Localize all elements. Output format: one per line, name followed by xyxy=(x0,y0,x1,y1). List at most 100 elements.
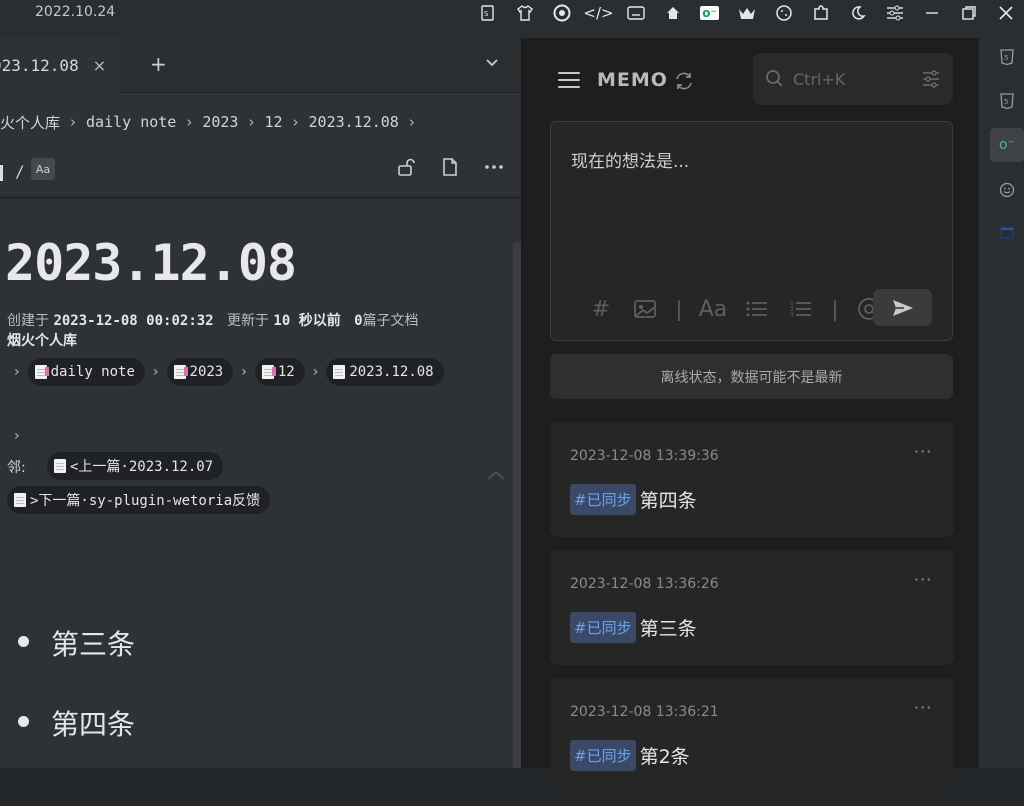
memo-composer: # | Aa 123 | xyxy=(550,121,953,341)
memo-timestamp: 2023-12-08 13:36:21 xyxy=(570,704,719,720)
title-bar: 2022.10.24 S </> o⁻ xyxy=(0,0,1024,26)
house-icon[interactable] xyxy=(654,0,691,26)
memo-text: 第四条 xyxy=(639,490,697,512)
search-box xyxy=(753,53,953,105)
neighbors-label: 邻: xyxy=(7,460,26,476)
add-tab-button[interactable]: + xyxy=(150,52,167,76)
memo-card[interactable]: 2023-12-08 13:39:36 ··· #已同步 第四条 xyxy=(550,422,954,537)
more-icon[interactable]: ··· xyxy=(914,698,932,717)
editor-scrollbar[interactable] xyxy=(513,243,521,768)
path-separator-icon: › xyxy=(14,428,20,444)
html5-icon[interactable]: 5 xyxy=(990,40,1024,74)
memo-content: #已同步 第2条 xyxy=(570,740,690,771)
path-separator-icon: › xyxy=(152,364,159,380)
memo-tag[interactable]: #已同步 xyxy=(570,740,636,771)
memo-content: #已同步 第三条 xyxy=(570,612,697,643)
numbered-list-icon[interactable]: 123 xyxy=(779,300,823,318)
document-icon xyxy=(34,365,49,379)
path-chip-day[interactable]: 2023.12.08 xyxy=(326,358,444,386)
moon-icon[interactable] xyxy=(839,0,876,26)
svg-text:S: S xyxy=(484,10,489,18)
memo-header: MEMO xyxy=(523,38,980,118)
memo-title: MEMO xyxy=(597,69,668,91)
html5-icon[interactable]: 5 xyxy=(990,84,1024,118)
panel-icon[interactable] xyxy=(990,215,1024,249)
scroll-up-icon[interactable] xyxy=(485,468,507,482)
list-item[interactable]: 第三条 xyxy=(18,623,135,703)
send-button[interactable] xyxy=(873,289,932,326)
breadcrumb-separator-icon: › xyxy=(248,113,255,131)
shirt-icon[interactable] xyxy=(506,0,543,26)
memo-dock-icon[interactable]: o⁻ xyxy=(990,128,1024,162)
editor-toolbar: / Aa xyxy=(0,155,521,199)
memo-plugin-icon[interactable]: o⁻ xyxy=(691,0,728,26)
path-chip-daily-note[interactable]: daily note xyxy=(27,358,145,386)
more-icon[interactable]: ··· xyxy=(914,442,932,461)
chevron-down-icon[interactable] xyxy=(484,55,500,71)
memo-tag[interactable]: #已同步 xyxy=(570,484,636,515)
toolbar-divider: | xyxy=(675,297,683,321)
filter-icon[interactable] xyxy=(921,69,941,89)
memo-card[interactable]: 2023-12-08 13:36:21 ··· #已同步 第2条 xyxy=(550,678,954,793)
restore-icon[interactable] xyxy=(950,0,987,26)
memo-timestamp: 2023-12-08 13:39:36 xyxy=(570,448,719,464)
bullet-list-icon[interactable] xyxy=(735,300,779,318)
unlock-icon[interactable] xyxy=(396,157,416,177)
memo-timestamp: 2023-12-08 13:36:26 xyxy=(570,576,719,592)
breadcrumb-month[interactable]: 12 xyxy=(264,113,282,131)
search-icon xyxy=(766,70,783,87)
close-icon[interactable] xyxy=(987,0,1024,26)
prev-document-chip[interactable]: <上一篇·2023.12.07 xyxy=(47,452,224,480)
path-chips: › daily note › 2023 › 12 › 2023.12.08 xyxy=(14,358,444,386)
breadcrumb-daily-note[interactable]: daily note xyxy=(86,113,176,131)
path-chip-label: 2023 xyxy=(189,364,224,380)
tag-icon[interactable]: # xyxy=(579,297,623,322)
next-document-chip[interactable]: >下一篇·sy-plugin-wetoria反馈 xyxy=(7,486,271,514)
path-chip-year[interactable]: 2023 xyxy=(166,358,234,386)
code-icon[interactable]: </> xyxy=(580,0,617,26)
offline-notice: 离线状态，数据可能不是最新 xyxy=(550,354,953,399)
more-icon[interactable]: ··· xyxy=(914,570,932,589)
memo-card[interactable]: 2023-12-08 13:36:26 ··· #已同步 第三条 xyxy=(550,550,954,665)
list-item[interactable]: 第四条 xyxy=(18,703,135,768)
image-icon[interactable] xyxy=(623,299,667,319)
breadcrumb-separator-icon: › xyxy=(408,113,415,131)
right-dock: 5 5 o⁻ xyxy=(978,38,1024,768)
minimize-icon[interactable] xyxy=(913,0,950,26)
breadcrumb-separator-icon: › xyxy=(186,113,193,131)
puzzle-icon[interactable] xyxy=(802,0,839,26)
font-icon[interactable]: Aa xyxy=(691,297,735,322)
svg-text:3: 3 xyxy=(790,312,794,318)
file-icon[interactable] xyxy=(440,157,460,177)
tab-document[interactable]: 023.12.08 × xyxy=(0,38,119,93)
memo-content: #已同步 第四条 xyxy=(570,484,697,515)
menu-icon[interactable] xyxy=(558,72,580,88)
font-format-button[interactable]: Aa xyxy=(31,158,55,180)
breadcrumb-day[interactable]: 2023.12.08 xyxy=(309,113,399,131)
keyboard-icon[interactable] xyxy=(617,0,654,26)
breadcrumb-year[interactable]: 2023 xyxy=(202,113,238,131)
search-input[interactable] xyxy=(793,68,913,90)
document-title[interactable]: 2023.12.08 xyxy=(5,234,297,292)
path-chip-month[interactable]: 12 xyxy=(254,358,305,386)
crown-icon[interactable] xyxy=(728,0,765,26)
memo-input[interactable] xyxy=(571,147,931,267)
created-label: 创建于 xyxy=(7,313,49,329)
memo-tag[interactable]: #已同步 xyxy=(570,612,636,643)
memo-list: 2023-12-08 13:39:36 ··· #已同步 第四条 2023-12-… xyxy=(550,422,954,806)
smiley-icon[interactable] xyxy=(990,173,1024,207)
cookie-icon[interactable] xyxy=(765,0,802,26)
tab-close-icon[interactable]: × xyxy=(93,56,106,75)
updated-value: 10 秒以前 xyxy=(273,313,341,329)
sliders-icon[interactable] xyxy=(876,0,913,26)
breadcrumb-notebook[interactable]: 火个人库 xyxy=(0,112,60,133)
notebook-name[interactable]: 烟火个人库 xyxy=(7,330,77,350)
more-icon[interactable] xyxy=(484,157,504,177)
sync-icon[interactable] xyxy=(673,70,695,92)
dock-toggle[interactable] xyxy=(0,165,3,181)
ps-icon[interactable]: S xyxy=(469,0,506,26)
svg-text:5: 5 xyxy=(1004,98,1008,106)
document-icon xyxy=(261,365,276,379)
chrome-icon[interactable] xyxy=(543,0,580,26)
bullet-list: 第三条 第四条 xyxy=(18,623,135,768)
